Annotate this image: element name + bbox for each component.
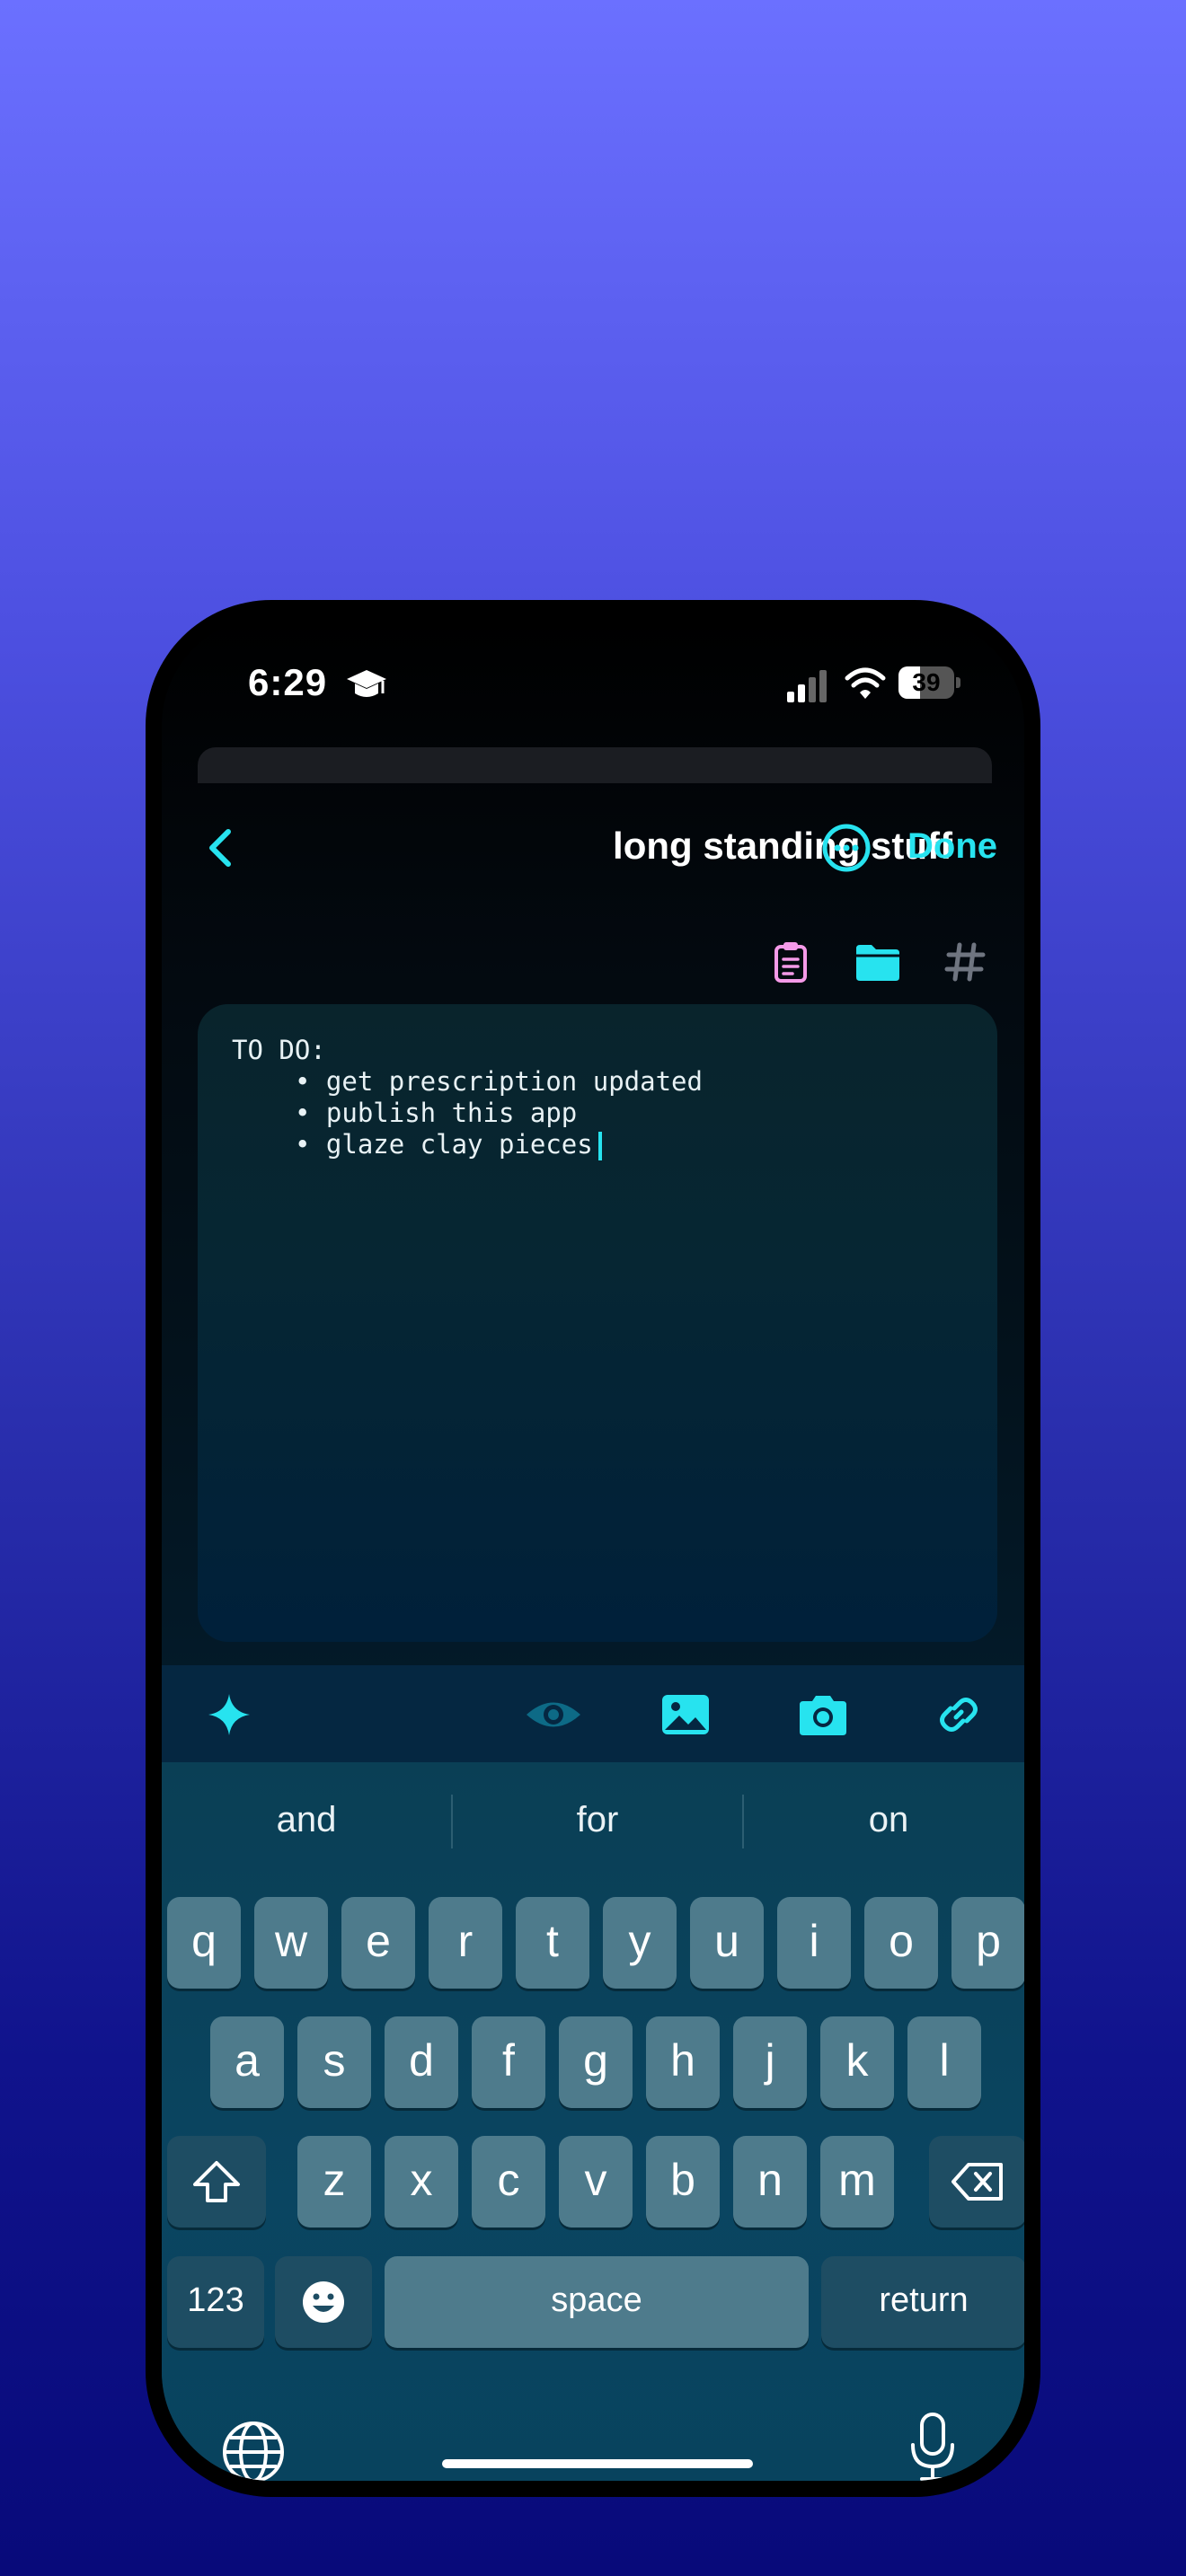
globe-icon[interactable] bbox=[221, 2420, 286, 2481]
suggestion-item[interactable]: and bbox=[162, 1762, 451, 1877]
more-icon[interactable] bbox=[819, 821, 873, 875]
hashtag-icon[interactable] bbox=[943, 940, 987, 984]
key-m[interactable]: m bbox=[820, 2136, 894, 2228]
note-item: • glaze clay pieces bbox=[295, 1129, 593, 1160]
space-key[interactable]: space bbox=[385, 2256, 809, 2348]
phone-frame: 6:29 39 long standing stuff Done TO DO: … bbox=[146, 600, 1040, 2497]
folder-icon[interactable] bbox=[854, 940, 902, 984]
link-icon[interactable] bbox=[934, 1690, 983, 1739]
key-h[interactable]: h bbox=[646, 2016, 720, 2108]
navigation-bar: long standing stuff Done bbox=[162, 803, 1024, 893]
home-indicator bbox=[442, 2459, 753, 2468]
key-q[interactable]: q bbox=[167, 1897, 241, 1989]
note-item: • get prescription updated bbox=[295, 1066, 703, 1097]
key-x[interactable]: x bbox=[385, 2136, 458, 2228]
microphone-icon[interactable] bbox=[907, 2411, 958, 2481]
sparkle-icon[interactable] bbox=[205, 1690, 253, 1739]
numbers-key[interactable]: 123 bbox=[167, 2256, 264, 2348]
wifi-icon bbox=[845, 667, 886, 699]
clipboard-icon[interactable] bbox=[769, 940, 812, 984]
backspace-key[interactable] bbox=[929, 2136, 1024, 2228]
battery-tip bbox=[956, 677, 960, 688]
backspace-icon bbox=[951, 2163, 1003, 2201]
key-s[interactable]: s bbox=[297, 2016, 371, 2108]
eye-icon[interactable] bbox=[525, 1690, 582, 1739]
key-u[interactable]: u bbox=[690, 1897, 764, 1989]
key-z[interactable]: z bbox=[297, 2136, 371, 2228]
return-key[interactable]: return bbox=[821, 2256, 1024, 2348]
suggestion-item[interactable]: on bbox=[744, 1762, 1024, 1877]
camera-icon[interactable] bbox=[796, 1690, 850, 1739]
battery-indicator: 39 bbox=[898, 666, 961, 699]
key-i[interactable]: i bbox=[777, 1897, 851, 1989]
page-title-text: long standing stuff bbox=[613, 825, 952, 867]
text-cursor bbox=[597, 1132, 602, 1160]
suggestion-item[interactable]: for bbox=[453, 1762, 742, 1877]
shift-icon bbox=[193, 2161, 240, 2202]
emoji-icon bbox=[303, 2281, 344, 2323]
key-e[interactable]: e bbox=[341, 1897, 415, 1989]
sheet-background-edge bbox=[198, 747, 992, 783]
shift-key[interactable] bbox=[167, 2136, 266, 2228]
note-item: • publish this app bbox=[295, 1098, 578, 1128]
key-v[interactable]: v bbox=[559, 2136, 633, 2228]
key-p[interactable]: p bbox=[951, 1897, 1024, 1989]
key-y[interactable]: y bbox=[603, 1897, 677, 1989]
key-f[interactable]: f bbox=[472, 2016, 545, 2108]
key-a[interactable]: a bbox=[210, 2016, 284, 2108]
note-tools bbox=[162, 931, 1024, 993]
status-time: 6:29 bbox=[248, 661, 328, 703]
keyboard: and for on q w e r t y u i o p a s d f g… bbox=[162, 1762, 1024, 2481]
signal-icon bbox=[787, 670, 827, 702]
editor-accessory-bar bbox=[162, 1665, 1024, 1762]
key-b[interactable]: b bbox=[646, 2136, 720, 2228]
battery-body: 39 bbox=[898, 666, 954, 699]
note-heading: TO DO: bbox=[232, 1035, 326, 1065]
graduation-cap-icon bbox=[347, 670, 386, 697]
done-button[interactable]: Done bbox=[907, 826, 997, 867]
key-c[interactable]: c bbox=[472, 2136, 545, 2228]
key-r[interactable]: r bbox=[429, 1897, 502, 1989]
screen: 6:29 39 long standing stuff Done TO DO: … bbox=[162, 616, 1024, 2481]
battery-percent: 39 bbox=[912, 668, 941, 696]
key-k[interactable]: k bbox=[820, 2016, 894, 2108]
suggestion-bar: and for on bbox=[162, 1762, 1024, 1877]
key-o[interactable]: o bbox=[864, 1897, 938, 1989]
key-g[interactable]: g bbox=[559, 2016, 633, 2108]
status-bar: 6:29 39 bbox=[162, 661, 1024, 715]
key-n[interactable]: n bbox=[733, 2136, 807, 2228]
emoji-key[interactable] bbox=[275, 2256, 372, 2348]
key-w[interactable]: w bbox=[254, 1897, 328, 1989]
key-t[interactable]: t bbox=[516, 1897, 589, 1989]
key-l[interactable]: l bbox=[907, 2016, 981, 2108]
note-editor[interactable]: TO DO: • get prescription updated • publ… bbox=[198, 1004, 997, 1642]
photo-icon[interactable] bbox=[659, 1690, 712, 1739]
key-j[interactable]: j bbox=[733, 2016, 807, 2108]
key-d[interactable]: d bbox=[385, 2016, 458, 2108]
